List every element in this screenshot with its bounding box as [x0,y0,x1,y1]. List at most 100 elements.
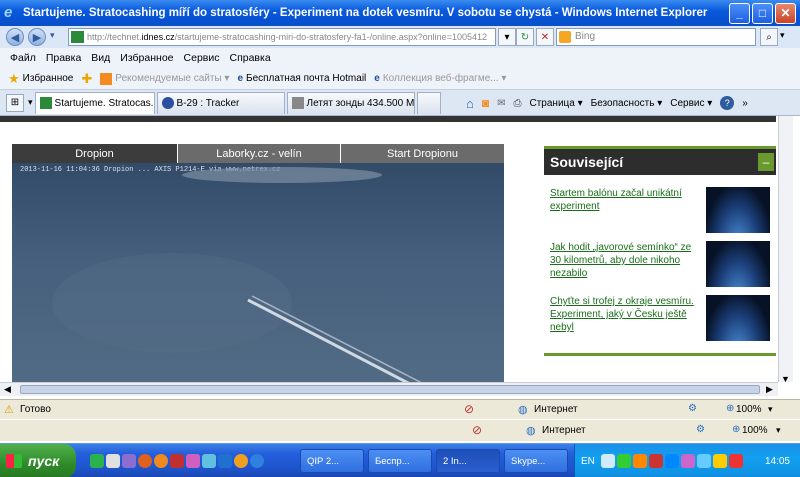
tab-b29-tracker[interactable]: B-29 : Tracker [156,91,285,114]
protected-mode-icon[interactable]: ⚙ [696,424,705,435]
scroll-right-icon[interactable]: ▶ [766,384,773,395]
taskbar: пуск QIP 2... Беспр... 2 In... Skype... … [0,443,800,477]
tray-icon[interactable] [712,454,727,468]
related-item[interactable]: Jak hodit „javorové semínko“ ze 30 kilom… [550,241,772,289]
fav-suggested-sites[interactable]: Рекомендуемые сайты ▾ [100,72,229,85]
tab-stratocashing[interactable]: Startujeme. Stratocas... ✕ [34,91,155,114]
home-icon[interactable]: ⌂ [466,96,474,111]
sidebar-collapse-icon[interactable]: – [758,153,774,171]
tray-icon[interactable] [648,454,663,468]
related-item[interactable]: Chyťte si trofej z okraje vesmíru. Exper… [550,295,772,343]
scroll-thumb[interactable] [20,385,760,394]
tab-list-dropdown-icon[interactable]: ▾ [28,97,33,108]
tray-icon[interactable] [632,454,647,468]
quicklaunch-icon[interactable] [250,454,264,468]
quicklaunch-icon[interactable] [138,454,152,468]
search-button-icon[interactable]: ⌕ [760,28,778,46]
history-dropdown-icon[interactable]: ▾ [50,30,55,41]
protected-mode-icon[interactable]: ⚙ [688,403,697,414]
menu-edit[interactable]: Правка [46,52,81,64]
tab-dropion[interactable]: Dropion [12,144,178,163]
start-button[interactable]: пуск [0,444,76,477]
tools-menu[interactable]: Сервис ▾ [670,98,712,109]
more-commands-icon[interactable]: » [742,98,748,109]
privacy-icon[interactable]: ⊘ [472,423,482,437]
quicklaunch-icon[interactable] [186,454,200,468]
horizontal-scrollbar[interactable]: ◀ ▶ [0,382,778,396]
tray-icon[interactable] [664,454,679,468]
taskbar-item-ie[interactable]: 2 In... [436,449,500,473]
tray-icon[interactable] [680,454,695,468]
search-input[interactable]: Bing [556,28,756,46]
quicklaunch-icon[interactable] [234,454,248,468]
stop-icon[interactable]: ✕ [536,28,554,46]
bing-logo-icon [559,31,571,43]
safety-menu[interactable]: Безопасность ▾ [591,98,663,109]
quick-tabs-icon[interactable]: ⊞ [6,93,24,112]
refresh-icon[interactable]: ↻ [516,28,534,46]
fav-webslices[interactable]: e Коллекция веб-фрагме... ▾ [374,73,506,84]
menu-view[interactable]: Вид [91,52,110,64]
tab-letyat-zondy[interactable]: Летят зонды 434.500 МГ... [286,91,415,114]
new-tab-button[interactable] [416,91,441,114]
address-input[interactable]: http://technet.idnes.cz/startujeme-strat… [68,28,496,46]
tab-label: Startujeme. Stratocas... [54,97,155,109]
search-options-icon[interactable]: ▾ [780,30,785,41]
quicklaunch-icon[interactable] [218,454,232,468]
contrail-line [247,298,413,385]
quicklaunch-icon[interactable] [154,454,168,468]
tray-icon[interactable] [600,454,615,468]
page-menu[interactable]: Страница ▾ [530,98,583,109]
privacy-icon[interactable]: ⊘ [464,402,474,416]
language-indicator[interactable]: EN [581,456,595,467]
close-button[interactable]: ✕ [775,2,796,24]
print-icon[interactable]: ⎙ [514,98,522,109]
related-link[interactable]: Chyťte si trofej z okraje vesmíru. Exper… [550,295,700,334]
clock[interactable]: 14:05 [765,456,790,467]
live-video-stream[interactable]: 2013-11-16 11:04:36 Dropion ... AXIS P12… [12,163,504,385]
system-tray: EN 14:05 [574,444,800,477]
fav-hotmail[interactable]: e Бесплатная почта Hotmail [237,73,366,84]
back-icon[interactable]: ◀ [6,28,24,46]
feeds-icon[interactable]: ◙ [482,96,489,110]
related-item[interactable]: Startem balónu začal unikátní experiment [550,187,772,235]
quicklaunch-icon[interactable] [122,454,136,468]
taskbar-item-qip[interactable]: QIP 2... [300,449,364,473]
taskbar-item-skype[interactable]: Skype... [504,449,568,473]
zoom-level[interactable]: 100% [736,404,762,415]
taskbar-item-wireless[interactable]: Беспр... [368,449,432,473]
tray-icon[interactable] [696,454,711,468]
related-link[interactable]: Jak hodit „javorové semínko“ ze 30 kilom… [550,241,700,280]
site-favicon-icon [71,31,84,43]
zoom-level[interactable]: 100% [742,425,768,436]
quicklaunch-icon[interactable] [90,454,104,468]
menu-file[interactable]: Файл [10,52,36,64]
related-thumbnail[interactable] [706,241,770,287]
zoom-dropdown-icon[interactable]: ▾ [776,425,781,436]
forward-icon[interactable]: ▶ [28,28,46,46]
favorites-button[interactable]: ★ Избранное [8,71,73,87]
add-favorite-icon[interactable]: ✚ [81,71,92,87]
tab-start-dropionu[interactable]: Start Dropionu [341,144,504,163]
read-mail-icon[interactable]: ✉ [497,98,505,109]
scroll-down-icon[interactable]: ▼ [781,374,790,384]
maximize-button[interactable]: □ [752,2,773,24]
menu-help[interactable]: Справка [229,52,270,64]
scroll-left-icon[interactable]: ◀ [4,384,11,395]
quicklaunch-icon[interactable] [170,454,184,468]
tray-icon[interactable] [728,454,743,468]
menu-favorites[interactable]: Избранное [120,52,173,64]
vertical-scrollbar[interactable]: ▼ [778,116,793,384]
tray-icon[interactable] [616,454,631,468]
help-icon[interactable]: ? [720,96,735,110]
minimize-button[interactable]: _ [729,2,750,24]
menu-tools[interactable]: Сервис [184,52,220,64]
related-thumbnail[interactable] [706,187,770,233]
quicklaunch-icon[interactable] [106,454,120,468]
zoom-dropdown-icon[interactable]: ▾ [768,404,773,415]
related-thumbnail[interactable] [706,295,770,341]
related-link[interactable]: Startem balónu začal unikátní experiment [550,187,700,213]
quicklaunch-icon[interactable] [202,454,216,468]
tab-laborky-velin[interactable]: Laborky.cz - velín [178,144,341,163]
address-dropdown-icon[interactable]: ▾ [498,28,516,46]
